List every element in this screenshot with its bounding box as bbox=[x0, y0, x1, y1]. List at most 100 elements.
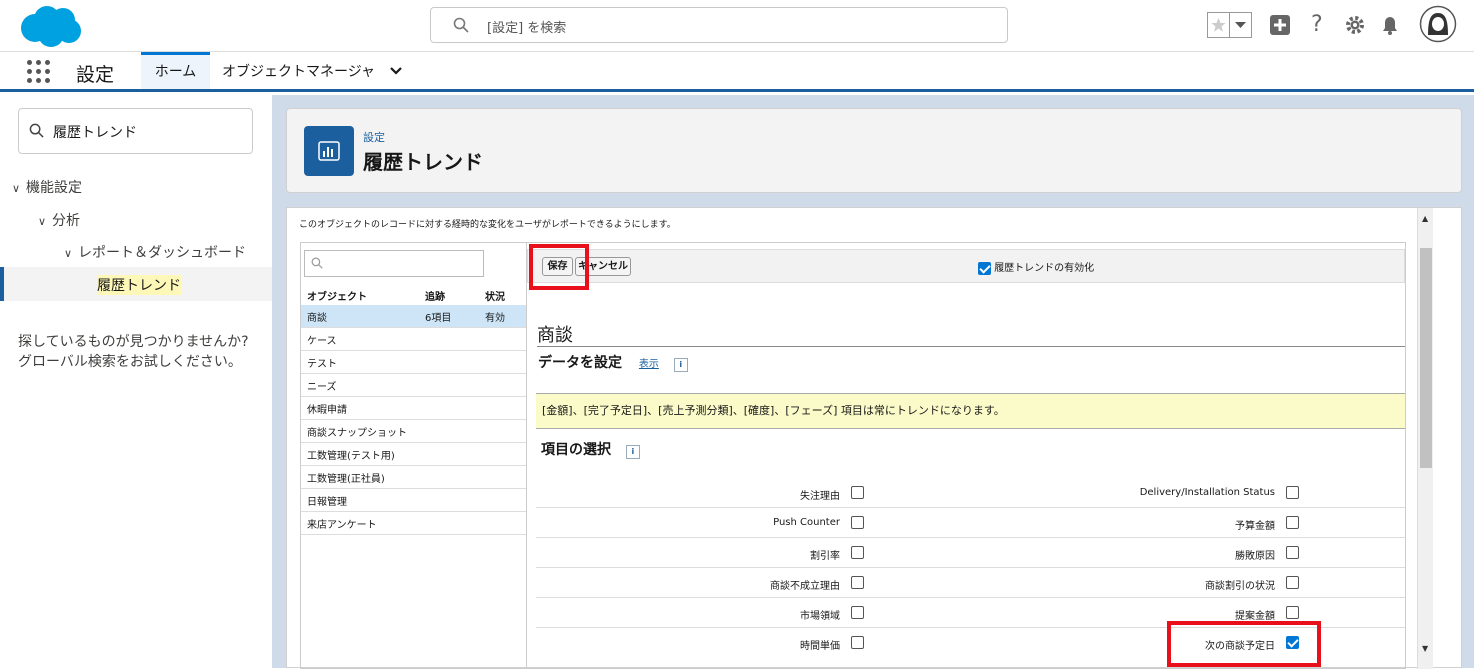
object-name: ニーズ bbox=[307, 382, 337, 393]
chevron-down-icon: ∨ bbox=[12, 182, 21, 195]
tab-object-manager[interactable]: オブジェクトマネージャ bbox=[222, 61, 403, 81]
trend-settings-panel: 保存 キャンセル 履歴トレンドの有効化 商談 データを設定 表示 i [金額]、… bbox=[526, 242, 1406, 669]
enable-trending-checkbox[interactable] bbox=[978, 261, 991, 275]
table-row[interactable]: 休暇申請 bbox=[301, 397, 527, 420]
table-row[interactable]: 商談スナップショット bbox=[301, 420, 527, 443]
setup-sidebar: 履歴トレンド ∨ 機能設定 ∨ 分析 ∨ レポート＆ダッシュボード 履歴トレンド 探し… bbox=[0, 95, 272, 668]
breadcrumb[interactable]: 設定 bbox=[363, 129, 385, 145]
column-header: オブジェクト bbox=[307, 292, 367, 303]
field-checkbox[interactable] bbox=[851, 486, 864, 499]
object-name: テスト bbox=[307, 359, 337, 370]
object-filter-input[interactable] bbox=[304, 250, 484, 277]
table-row[interactable]: 工数管理(テスト用) bbox=[301, 443, 527, 466]
field-checkbox[interactable] bbox=[851, 576, 864, 589]
field-label: 市場領域 bbox=[800, 611, 840, 622]
table-row[interactable]: 商談 6項目 有効 bbox=[301, 305, 527, 328]
search-icon bbox=[29, 123, 44, 138]
chevron-down-icon[interactable] bbox=[389, 66, 403, 76]
content-panel: このオブジェクトのレコードに対する経時的な変化をユーザがレポートできるようにしま… bbox=[286, 207, 1462, 669]
enable-trending-toggle[interactable]: 履歴トレンドの有効化 bbox=[978, 259, 1094, 275]
column-header: 状況 bbox=[485, 292, 505, 303]
field-row: 商談不成立理由 商談割引の状況 bbox=[536, 568, 1405, 598]
tree-item-feature-settings[interactable]: ∨ 機能設定 bbox=[12, 177, 82, 197]
page-header: 設定 履歴トレンド bbox=[286, 108, 1462, 193]
quick-find-input[interactable]: 履歴トレンド bbox=[18, 108, 253, 154]
object-name: 日報管理 bbox=[307, 497, 347, 508]
field-checkbox[interactable] bbox=[851, 636, 864, 649]
tree-item-historical-trending[interactable]: 履歴トレンド bbox=[0, 267, 272, 301]
field-label: 予算金額 bbox=[1235, 521, 1275, 532]
chevron-down-icon: ∨ bbox=[38, 215, 47, 228]
field-label: 時間単価 bbox=[800, 641, 840, 652]
table-row[interactable]: 来店アンケート bbox=[301, 512, 527, 535]
tab-object-manager-label: オブジェクトマネージャ bbox=[222, 64, 376, 80]
table-row[interactable]: 工数管理(正社員) bbox=[301, 466, 527, 489]
tree-item-analytics[interactable]: ∨ 分析 bbox=[38, 210, 80, 230]
field-checkbox[interactable] bbox=[851, 546, 864, 559]
tab-home[interactable]: ホーム bbox=[141, 52, 210, 89]
scrollbar-thumb[interactable] bbox=[1420, 248, 1432, 468]
tree-item-label: レポート＆ダッシュボード bbox=[78, 245, 246, 261]
help-icon[interactable]: ? bbox=[1311, 10, 1331, 40]
table-row[interactable]: テスト bbox=[301, 351, 527, 374]
gear-icon[interactable] bbox=[1344, 10, 1366, 40]
object-list: オブジェクト 追跡 状況 商談 6項目 有効 ケース テスト ニーズ 休暇申請 商談… bbox=[300, 242, 527, 669]
field-row: 失注理由 Delivery/Installation Status bbox=[536, 478, 1405, 508]
table-row[interactable]: ニーズ bbox=[301, 374, 527, 397]
chevron-down-icon: ∨ bbox=[64, 247, 73, 260]
info-icon[interactable]: i bbox=[625, 445, 640, 459]
object-title: 商談 bbox=[537, 325, 573, 346]
table-row[interactable]: 日報管理 bbox=[301, 489, 527, 512]
show-link[interactable]: 表示 bbox=[639, 359, 659, 370]
salesforce-logo-icon[interactable] bbox=[17, 4, 83, 48]
scrollbar[interactable]: ▲ ▼ bbox=[1417, 208, 1433, 669]
field-row: 割引率 勝敗原因 bbox=[536, 538, 1405, 568]
column-header: 追跡 bbox=[425, 292, 445, 303]
app-launcher-icon[interactable] bbox=[26, 59, 52, 85]
avatar[interactable] bbox=[1419, 5, 1457, 43]
not-found-help: 探しているものが見つかりませんか? グローバル検索をお試しください。 bbox=[18, 332, 249, 372]
field-label: 勝敗原因 bbox=[1235, 551, 1275, 562]
field-selection-label: 項目の選択 bbox=[541, 442, 611, 458]
not-found-line: グローバル検索をお試しください。 bbox=[18, 354, 242, 370]
object-name: 工数管理(テスト用) bbox=[307, 451, 395, 462]
object-name: 商談 bbox=[307, 313, 327, 324]
table-row[interactable]: ケース bbox=[301, 328, 527, 351]
button-bar: 保存 キャンセル 履歴トレンドの有効化 bbox=[527, 249, 1405, 283]
app-navigation: 設定 ホーム オブジェクトマネージャ bbox=[0, 52, 1474, 92]
quick-find-value: 履歴トレンド bbox=[53, 125, 137, 141]
app-name: 設定 bbox=[76, 64, 115, 86]
favorites-icon[interactable] bbox=[1207, 10, 1253, 40]
info-icon[interactable]: i bbox=[673, 358, 688, 372]
page-description: このオブジェクトのレコードに対する経時的な変化をユーザがレポートできるようにしま… bbox=[299, 220, 676, 230]
scroll-down-icon[interactable]: ▼ bbox=[1422, 644, 1428, 653]
field-checkbox[interactable] bbox=[1286, 546, 1299, 559]
data-settings-label: データを設定 bbox=[538, 355, 622, 371]
field-checkbox[interactable] bbox=[1286, 576, 1299, 589]
field-label: Push Counter bbox=[773, 517, 840, 528]
chart-icon bbox=[304, 126, 354, 176]
divider bbox=[537, 346, 1405, 347]
field-checkbox[interactable] bbox=[1286, 486, 1299, 499]
field-label: 商談割引の状況 bbox=[1205, 581, 1275, 592]
highlight-box bbox=[1167, 621, 1321, 667]
field-label: 失注理由 bbox=[800, 491, 840, 502]
field-row: Push Counter 予算金額 bbox=[536, 508, 1405, 538]
search-icon bbox=[311, 257, 323, 269]
add-icon[interactable] bbox=[1269, 10, 1291, 40]
bell-icon[interactable] bbox=[1379, 10, 1401, 40]
global-search-input[interactable]: [設定] を検索 bbox=[430, 7, 1008, 43]
highlight-box bbox=[529, 244, 589, 290]
object-name: ケース bbox=[307, 336, 337, 347]
field-checkbox[interactable] bbox=[851, 516, 864, 529]
field-label: 提案金額 bbox=[1235, 611, 1275, 622]
data-settings-heading: データを設定 表示 i bbox=[538, 352, 688, 372]
object-name: 工数管理(正社員) bbox=[307, 474, 385, 485]
object-name: 商談スナップショット bbox=[307, 428, 407, 439]
not-found-line: 探しているものが見つかりませんか? bbox=[18, 334, 249, 350]
field-checkbox[interactable] bbox=[851, 606, 864, 619]
field-checkbox[interactable] bbox=[1286, 516, 1299, 529]
field-checkbox[interactable] bbox=[1286, 606, 1299, 619]
scroll-up-icon[interactable]: ▲ bbox=[1422, 214, 1428, 223]
tree-item-reports-dashboards[interactable]: ∨ レポート＆ダッシュボード bbox=[64, 242, 246, 262]
